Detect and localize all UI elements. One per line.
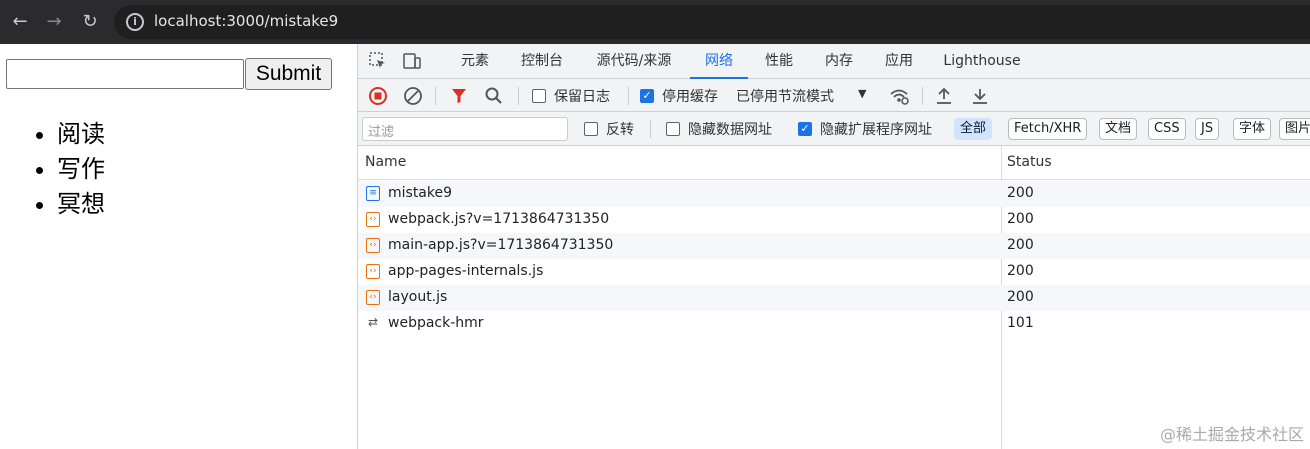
list-item: 冥想 [57, 187, 105, 222]
tab-sources[interactable]: 源代码/来源 [586, 44, 682, 79]
device-toolbar-icon[interactable] [402, 51, 422, 71]
table-row[interactable]: ‹› webpack.js?v=1713864731350 200 [358, 207, 1310, 233]
forward-icon[interactable]: → [40, 8, 68, 36]
list-item: 阅读 [57, 117, 105, 152]
clear-icon[interactable] [403, 86, 423, 106]
divider [628, 87, 629, 105]
site-info-icon[interactable]: i [126, 13, 144, 31]
list-item: 写作 [57, 152, 105, 187]
chip-fetch-xhr[interactable]: Fetch/XHR [1008, 118, 1088, 140]
document-icon: ≡ [366, 186, 380, 201]
item-list: 阅读 写作 冥想 [57, 117, 105, 222]
request-name: mistake9 [388, 185, 453, 201]
tab-network[interactable]: 网络 [690, 44, 748, 79]
hide-data-urls-label: 隐藏数据网址 [688, 122, 772, 138]
browser-toolbar: ← → ↻ i localhost:3000/mistake9 [0, 0, 1310, 44]
websocket-icon: ⇄ [367, 315, 379, 329]
devtools-tabbar: 元素 控制台 源代码/来源 网络 性能 内存 应用 Lighthouse [358, 44, 1310, 79]
table-header: Name Status [358, 146, 1310, 180]
request-status: 200 [1007, 289, 1034, 305]
request-status: 101 [1007, 315, 1034, 331]
chip-js[interactable]: JS [1195, 118, 1220, 140]
request-name: webpack-hmr [388, 315, 484, 331]
disable-cache-checkbox[interactable]: ✓ [640, 89, 654, 103]
request-name: webpack.js?v=1713864731350 [388, 211, 610, 227]
table-row[interactable]: ‹› main-app.js?v=1713864731350 200 [358, 233, 1310, 259]
record-stop-icon[interactable] [368, 86, 388, 106]
back-icon[interactable]: ← [6, 8, 34, 36]
divider [435, 87, 436, 105]
chip-img[interactable]: 图片 [1279, 118, 1310, 140]
tab-elements[interactable]: 元素 [450, 44, 500, 79]
divider [650, 120, 651, 138]
chevron-down-icon[interactable]: ▼ [858, 87, 866, 100]
network-toolbar: 保留日志 ✓ 停用缓存 已停用节流模式 ▼ [358, 79, 1310, 112]
import-har-icon[interactable] [934, 86, 954, 106]
tab-application[interactable]: 应用 [874, 44, 924, 79]
script-icon: ‹› [366, 212, 380, 227]
invert-label: 反转 [606, 122, 634, 138]
script-icon: ‹› [366, 264, 380, 279]
chip-all[interactable]: 全部 [954, 118, 993, 140]
column-header-name[interactable]: Name [365, 154, 406, 170]
devtools-panel: 元素 控制台 源代码/来源 网络 性能 内存 应用 Lighthouse 保留日… [357, 44, 1310, 449]
tab-memory[interactable]: 内存 [814, 44, 864, 79]
network-request-table: Name Status ≡ mistake9 200 ‹› webpack.js… [358, 146, 1310, 449]
text-input[interactable] [6, 59, 244, 89]
page-content: Submit 阅读 写作 冥想 [0, 44, 357, 449]
script-icon: ‹› [366, 290, 380, 305]
request-name: layout.js [388, 289, 448, 305]
divider [922, 87, 923, 105]
tab-lighthouse[interactable]: Lighthouse [936, 44, 1028, 79]
script-icon: ‹› [366, 238, 380, 253]
request-name: app-pages-internals.js [388, 263, 544, 279]
inspect-element-icon[interactable] [368, 51, 388, 71]
address-bar[interactable]: i localhost:3000/mistake9 [114, 5, 1310, 39]
preserve-log-checkbox[interactable] [532, 89, 546, 103]
search-icon[interactable] [484, 86, 504, 106]
column-header-status[interactable]: Status [1007, 154, 1052, 170]
request-status: 200 [1007, 237, 1034, 253]
table-row[interactable]: ≡ mistake9 200 [358, 181, 1310, 207]
export-har-icon[interactable] [970, 86, 990, 106]
invert-checkbox[interactable] [584, 122, 598, 136]
watermark: @稀土掘金技术社区 [1159, 425, 1304, 444]
throttle-select[interactable]: 已停用节流模式 [736, 86, 834, 106]
tab-performance[interactable]: 性能 [754, 44, 804, 79]
request-status: 200 [1007, 263, 1034, 279]
tab-console[interactable]: 控制台 [510, 44, 574, 79]
table-row[interactable]: ‹› layout.js 200 [358, 285, 1310, 311]
chip-font[interactable]: 字体 [1233, 118, 1272, 140]
chip-doc[interactable]: 文档 [1099, 118, 1138, 140]
request-name: main-app.js?v=1713864731350 [388, 237, 614, 253]
network-conditions-icon[interactable] [888, 85, 909, 105]
divider [518, 87, 519, 105]
url-text[interactable]: localhost:3000/mistake9 [154, 12, 338, 30]
chip-css[interactable]: CSS [1148, 118, 1186, 140]
filter-input[interactable]: 过滤 [362, 117, 568, 141]
reload-icon[interactable]: ↻ [76, 8, 104, 36]
preserve-log-label: 保留日志 [554, 89, 610, 105]
disable-cache-label: 停用缓存 [662, 89, 718, 105]
request-status: 200 [1007, 185, 1034, 201]
submit-button[interactable]: Submit [245, 58, 332, 90]
hide-extension-urls-checkbox[interactable]: ✓ [798, 122, 812, 136]
filter-icon[interactable] [449, 86, 469, 106]
table-row[interactable]: ‹› app-pages-internals.js 200 [358, 259, 1310, 285]
hide-extension-urls-label: 隐藏扩展程序网址 [820, 122, 932, 138]
hide-data-urls-checkbox[interactable] [666, 122, 680, 136]
request-status: 200 [1007, 211, 1034, 227]
table-row[interactable]: ⇄ webpack-hmr 101 [358, 311, 1310, 337]
filter-toolbar: 过滤 反转 隐藏数据网址 ✓ 隐藏扩展程序网址 全部 Fetch/XHR 文档 … [358, 112, 1310, 146]
